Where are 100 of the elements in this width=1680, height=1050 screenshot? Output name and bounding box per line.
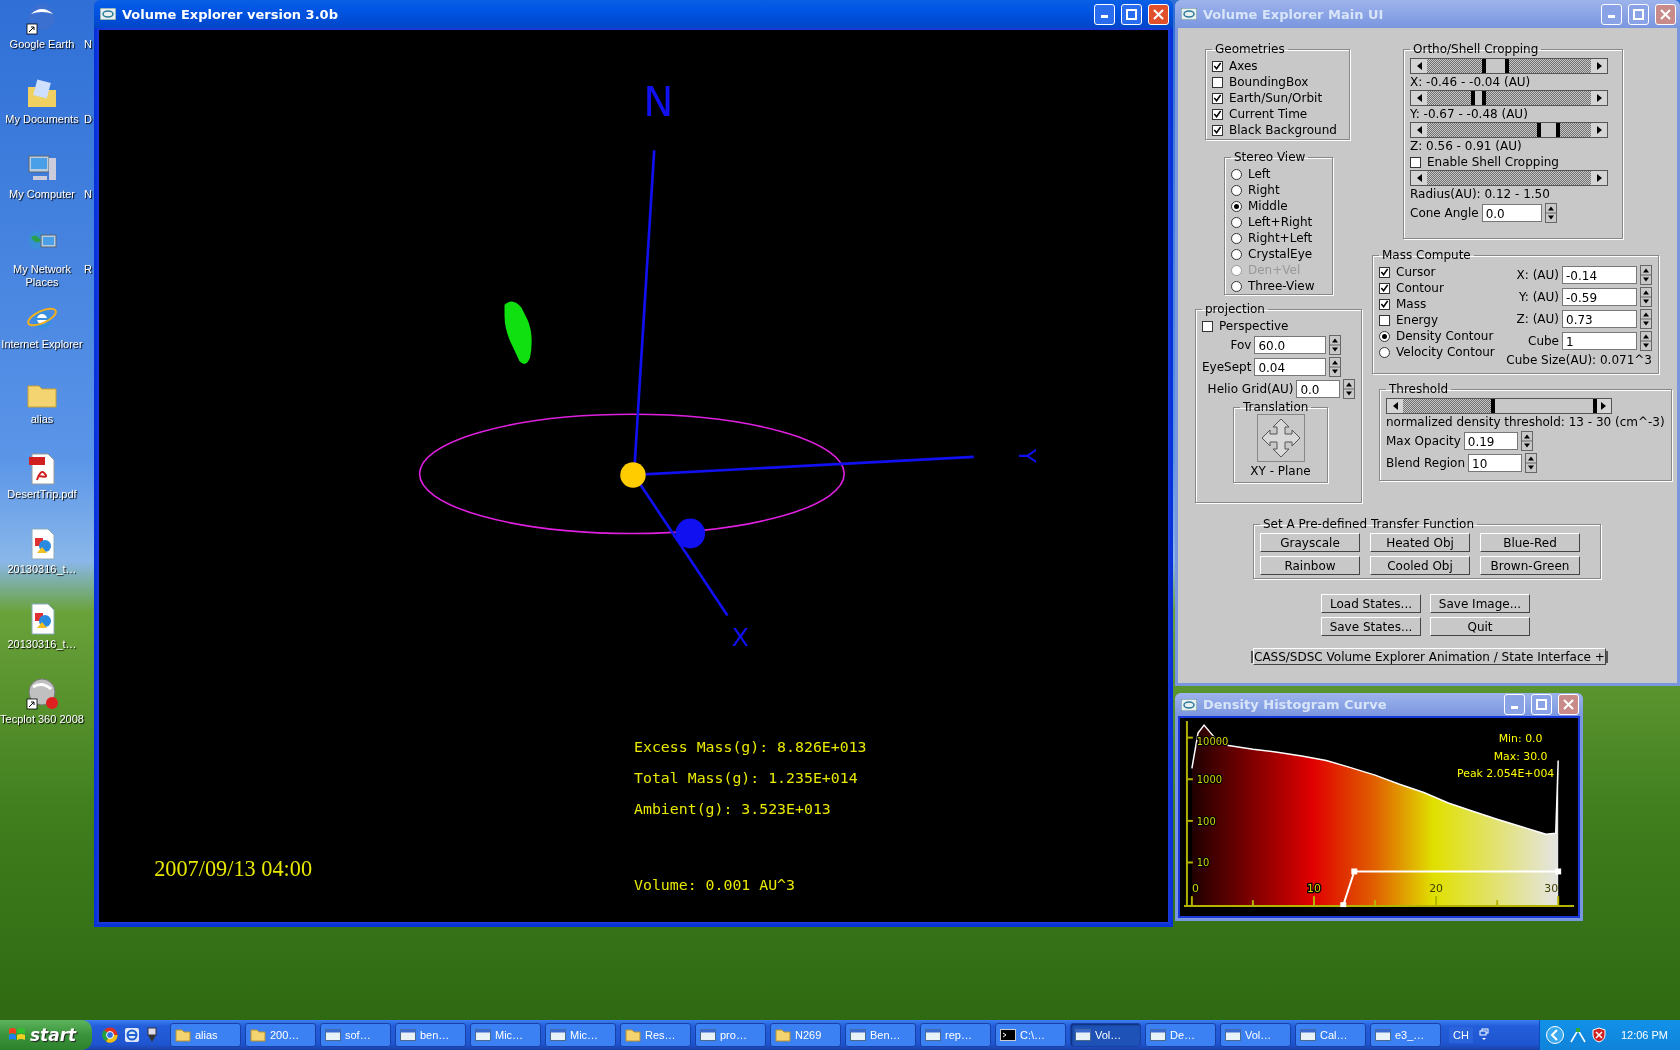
slider-handle[interactable] bbox=[1556, 123, 1561, 137]
taskbar-button[interactable]: Vol… bbox=[1220, 1023, 1291, 1047]
text-field[interactable]: 60.0 bbox=[1254, 336, 1327, 354]
radio-button[interactable] bbox=[1379, 346, 1390, 358]
taskbar-button[interactable]: Ben… bbox=[845, 1023, 916, 1047]
preset-button[interactable]: Brown-Green bbox=[1480, 556, 1580, 575]
text-field[interactable]: 0.0 bbox=[1296, 380, 1341, 398]
slider-handle[interactable] bbox=[1593, 399, 1597, 413]
preset-button[interactable]: Grayscale bbox=[1260, 533, 1360, 552]
taskbar-button[interactable]: Mic… bbox=[545, 1023, 616, 1047]
text-field[interactable]: 0.0 bbox=[1481, 204, 1542, 222]
desktop-icon-label[interactable]: Tecplot 360 2008 bbox=[0, 713, 84, 726]
checkbox[interactable] bbox=[1379, 314, 1390, 326]
taskbar-button[interactable]: Vol… bbox=[1070, 1023, 1141, 1047]
text-field[interactable]: -0.59 bbox=[1562, 288, 1637, 306]
scroll-left-button[interactable] bbox=[1411, 59, 1427, 73]
taskbar-button[interactable]: De… bbox=[1145, 1023, 1216, 1047]
preset-button[interactable]: Heated Obj bbox=[1370, 533, 1470, 552]
range-slider[interactable] bbox=[1410, 58, 1608, 74]
desktop-icon-label[interactable]: N bbox=[84, 188, 92, 263]
language-indicator[interactable]: CH bbox=[1449, 1027, 1473, 1043]
checkbox[interactable] bbox=[1212, 124, 1223, 136]
radio-button[interactable] bbox=[1231, 248, 1242, 260]
round-logo-icon[interactable] bbox=[102, 1027, 118, 1043]
taskbar-button[interactable]: alias bbox=[170, 1023, 241, 1047]
checkbox[interactable] bbox=[1379, 282, 1390, 294]
spin-button[interactable] bbox=[1329, 357, 1342, 377]
checkbox[interactable] bbox=[1379, 298, 1390, 310]
taskbar-button[interactable]: Cal… bbox=[1295, 1023, 1366, 1047]
checkbox[interactable] bbox=[1212, 92, 1223, 104]
slider-handle[interactable] bbox=[1536, 123, 1541, 137]
spin-button[interactable] bbox=[1640, 309, 1652, 329]
radio-button[interactable] bbox=[1231, 184, 1242, 196]
slider-handle[interactable] bbox=[1482, 59, 1487, 73]
spin-button[interactable] bbox=[1329, 335, 1342, 355]
scroll-left-button[interactable] bbox=[1411, 91, 1427, 105]
slider-handle[interactable] bbox=[1491, 399, 1496, 413]
pan-button[interactable] bbox=[1256, 414, 1305, 462]
range-slider[interactable] bbox=[1410, 170, 1608, 186]
restore-icon[interactable] bbox=[1478, 1028, 1489, 1042]
close-button[interactable] bbox=[1655, 3, 1676, 25]
action-button[interactable]: Save Image... bbox=[1430, 594, 1530, 613]
desktop-icon-label[interactable]: Internet Explorer bbox=[1, 338, 83, 351]
radio-button[interactable] bbox=[1231, 280, 1242, 292]
taskbar-button[interactable]: sof… bbox=[320, 1023, 391, 1047]
spin-button[interactable] bbox=[1640, 331, 1652, 351]
spin-button[interactable] bbox=[1525, 453, 1538, 473]
desktop-icon-label[interactable]: DesertTrip.pdf bbox=[7, 488, 77, 501]
checkbox[interactable] bbox=[1202, 320, 1213, 332]
range-slider[interactable] bbox=[1410, 90, 1608, 106]
text-field[interactable]: 0.73 bbox=[1562, 310, 1637, 328]
preset-button[interactable]: Cooled Obj bbox=[1370, 556, 1470, 575]
checkbox[interactable] bbox=[1212, 108, 1223, 120]
spin-button[interactable] bbox=[1343, 379, 1356, 399]
checkbox[interactable] bbox=[1212, 60, 1223, 72]
maximize-button[interactable] bbox=[1121, 3, 1142, 25]
radio-button[interactable] bbox=[1231, 168, 1242, 180]
scroll-left-button[interactable] bbox=[1411, 171, 1427, 185]
desktop-icon-label[interactable]: R bbox=[84, 263, 92, 338]
taskbar-button[interactable]: N269 bbox=[770, 1023, 841, 1047]
desktop-icon-label[interactable]: 20130316_t… bbox=[7, 563, 77, 576]
taskbar-button[interactable]: C:\… bbox=[995, 1023, 1066, 1047]
spin-button[interactable] bbox=[1544, 203, 1557, 223]
radio-button[interactable] bbox=[1231, 200, 1242, 212]
desktop-icon-label[interactable]: My Documents bbox=[5, 113, 79, 126]
scroll-right-button[interactable] bbox=[1591, 171, 1607, 185]
spin-button[interactable] bbox=[1640, 287, 1652, 307]
radio-button[interactable] bbox=[1231, 216, 1242, 228]
taskbar-button[interactable]: Res… bbox=[620, 1023, 691, 1047]
scroll-right-button[interactable] bbox=[1591, 59, 1607, 73]
desktop-icon-label[interactable]: My Computer bbox=[9, 188, 75, 201]
desktop-icon-label[interactable]: alias bbox=[30, 413, 54, 426]
e-logo-icon[interactable] bbox=[124, 1027, 140, 1043]
start-button[interactable]: start bbox=[0, 1020, 92, 1050]
close-button[interactable] bbox=[1148, 3, 1169, 25]
desktop-icon-label[interactable]: N bbox=[84, 38, 92, 113]
action-button[interactable]: Load States... bbox=[1321, 594, 1421, 613]
action-button[interactable]: Quit bbox=[1430, 617, 1530, 636]
taskbar-button[interactable]: pro… bbox=[695, 1023, 766, 1047]
sphere-icon[interactable] bbox=[25, 677, 59, 711]
preset-button[interactable]: Rainbow bbox=[1260, 556, 1360, 575]
scroll-right-button[interactable] bbox=[1591, 91, 1607, 105]
slider-handle[interactable] bbox=[1505, 59, 1510, 73]
taskbar-button[interactable]: ben… bbox=[395, 1023, 466, 1047]
spin-button[interactable] bbox=[1640, 265, 1652, 285]
range-slider[interactable] bbox=[1410, 122, 1608, 138]
desktop-icon-label[interactable]: Google Earth bbox=[9, 38, 75, 51]
checkbox[interactable] bbox=[1212, 76, 1223, 88]
spin-button[interactable] bbox=[1520, 431, 1533, 451]
pin-icon[interactable] bbox=[146, 1027, 158, 1043]
scroll-left-button[interactable] bbox=[1411, 123, 1427, 137]
taskbar-button[interactable]: e3_… bbox=[1370, 1023, 1441, 1047]
radio-button[interactable] bbox=[1379, 330, 1390, 342]
close-button[interactable] bbox=[1558, 694, 1579, 715]
minimize-button[interactable] bbox=[1094, 3, 1115, 25]
radio-button[interactable] bbox=[1231, 232, 1242, 244]
text-field[interactable]: -0.14 bbox=[1562, 266, 1637, 284]
shield-icon[interactable] bbox=[1591, 1027, 1606, 1043]
slider-handle[interactable] bbox=[1482, 91, 1487, 105]
taskbar-button[interactable]: Mic… bbox=[470, 1023, 541, 1047]
